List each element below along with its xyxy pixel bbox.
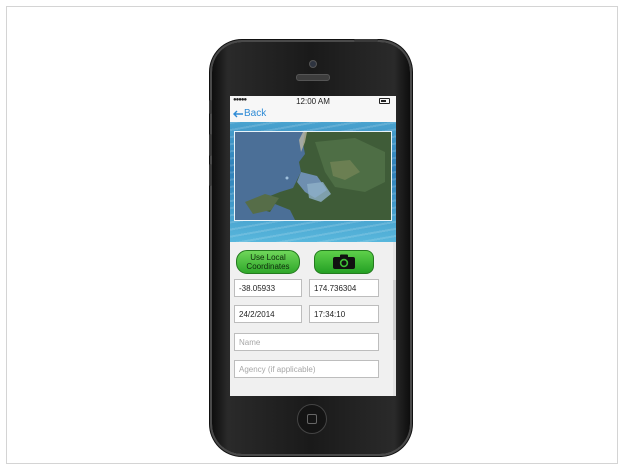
- longitude-field[interactable]: 174.736304: [309, 279, 379, 297]
- use-local-coordinates-label: Use Local Coordinates: [246, 253, 290, 271]
- status-bar: ●●●●● 12:00 AM: [230, 96, 396, 108]
- name-input[interactable]: Name: [234, 333, 379, 351]
- arrow-left-icon: [233, 110, 243, 117]
- volume-down-button: [209, 164, 212, 186]
- scroll-thumb[interactable]: [393, 280, 396, 340]
- back-label: Back: [244, 108, 267, 119]
- home-button[interactable]: [297, 404, 327, 434]
- battery-icon: [379, 98, 390, 104]
- phone-device: ●●●●● 12:00 AM Back Use Local Coordinate…: [209, 39, 410, 454]
- mute-switch: [209, 100, 212, 114]
- date-field[interactable]: 24/2/2014: [234, 305, 302, 323]
- camera-icon: [333, 254, 355, 269]
- status-time: 12:00 AM: [296, 97, 330, 106]
- latitude-field[interactable]: -38.05933: [234, 279, 302, 297]
- volume-up-button: [209, 134, 212, 156]
- scrollbar[interactable]: [393, 242, 396, 396]
- nav-bar: Back: [230, 108, 396, 122]
- back-button[interactable]: Back: [233, 108, 266, 119]
- front-camera: [309, 60, 317, 68]
- take-photo-button[interactable]: [314, 250, 374, 274]
- map-panel: [230, 122, 396, 242]
- use-local-coordinates-button[interactable]: Use Local Coordinates: [236, 250, 300, 274]
- time-field[interactable]: 17:34:10: [309, 305, 379, 323]
- satellite-map[interactable]: [234, 131, 392, 221]
- earpiece-speaker: [296, 74, 330, 81]
- power-button: [354, 39, 378, 42]
- phone-screen: ●●●●● 12:00 AM Back Use Local Coordinate…: [230, 96, 396, 396]
- map-imagery: [235, 132, 391, 220]
- form-area: Use Local Coordinates -38.05933 174.7363…: [230, 242, 396, 396]
- agency-input[interactable]: Agency (if applicable): [234, 360, 379, 378]
